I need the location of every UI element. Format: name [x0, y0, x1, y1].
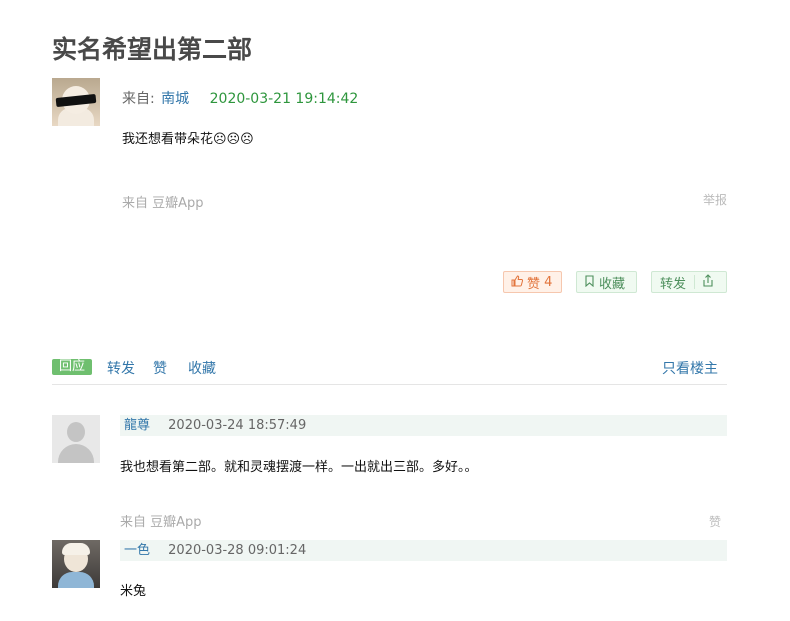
comment-source: 来自 豆瓣App	[120, 515, 202, 530]
comment-author[interactable]: 一色	[124, 543, 150, 558]
comment-content: 米兔	[120, 584, 147, 599]
like-button[interactable]: 赞 4	[503, 271, 562, 293]
report-link[interactable]: 举报	[703, 191, 727, 208]
tab-like[interactable]: 赞	[153, 358, 167, 378]
share-label: 转发	[660, 276, 687, 292]
comment-time: 2020-03-24 18:57:49	[168, 418, 307, 433]
bookmark-icon	[584, 274, 595, 290]
only-op-link[interactable]: 只看楼主	[662, 358, 718, 378]
tab-share[interactable]: 转发	[107, 358, 135, 378]
comment-avatar[interactable]	[52, 540, 100, 588]
from-label: 来自:	[122, 91, 155, 107]
post-meta: 来自: 南城 2020-03-21 19:14:42	[122, 88, 358, 108]
share-icon[interactable]	[702, 273, 714, 291]
share-button[interactable]: 转发	[651, 271, 727, 293]
comment-content: 我也想看第二部。就和灵魂摆渡一样。一出就出三部。多好。。	[120, 460, 478, 475]
post-source: 来自 豆瓣App	[122, 196, 204, 211]
comment-header: 龍尊 2020-03-24 18:57:49	[120, 415, 727, 436]
comment-like-link[interactable]: 赞	[709, 513, 721, 530]
tab-reply[interactable]: 回应	[52, 359, 93, 375]
comment-avatar[interactable]	[52, 415, 100, 463]
comment-header: 一色 2020-03-28 09:01:24	[120, 540, 727, 561]
tab-collect[interactable]: 收藏	[188, 358, 216, 378]
comment-author[interactable]: 龍尊	[124, 418, 150, 433]
post-time: 2020-03-21 19:14:42	[209, 91, 359, 107]
post-content: 我还想看带朵花☹☹☹	[122, 132, 254, 147]
collect-label: 收藏	[599, 276, 626, 292]
page-title: 实名希望出第二部	[52, 35, 253, 64]
author-avatar[interactable]	[52, 78, 100, 126]
comment-time: 2020-03-28 09:01:24	[168, 543, 307, 558]
author-link[interactable]: 南城	[161, 91, 189, 107]
thumbs-up-icon	[511, 274, 524, 290]
share-divider	[694, 275, 696, 289]
like-count: 4	[544, 274, 553, 290]
like-label: 赞	[527, 276, 541, 292]
reply-tabbar: 回应 转发 赞 收藏 只看楼主	[52, 356, 727, 385]
collect-button[interactable]: 收藏	[576, 271, 637, 293]
